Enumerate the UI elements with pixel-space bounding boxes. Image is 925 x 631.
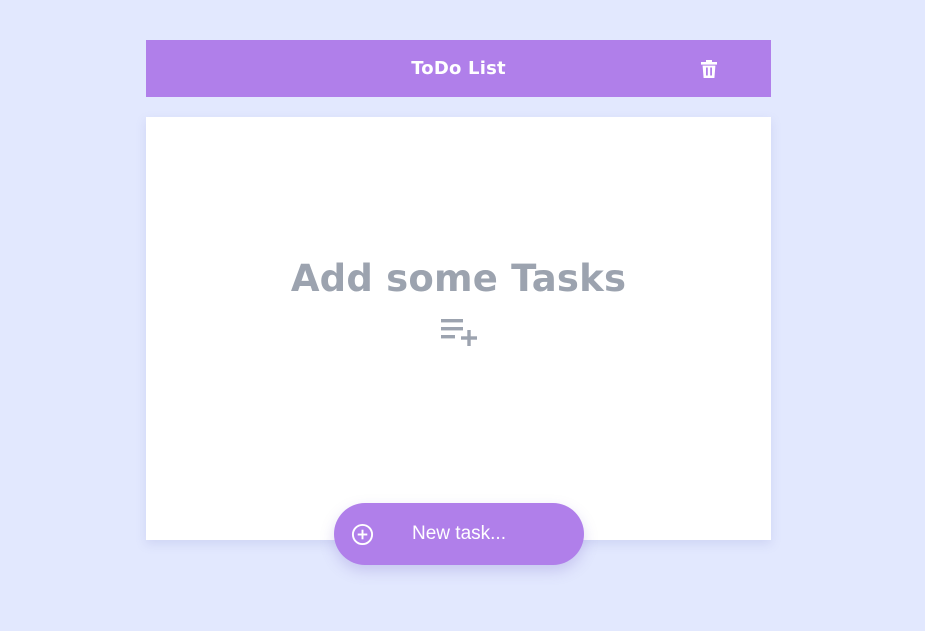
app-title: ToDo List [411,58,506,79]
task-list-panel: Add some Tasks [146,117,771,540]
trash-icon [701,60,717,78]
empty-state-message: Add some Tasks [290,257,627,300]
todo-app: ToDo List Add some Tasks [146,40,771,540]
header-bar: ToDo List [146,40,771,97]
clear-all-button[interactable] [699,59,719,79]
new-task-label: New task... [412,523,506,544]
new-task-button[interactable]: New task... [334,503,584,565]
playlist-add-icon [441,319,477,346]
